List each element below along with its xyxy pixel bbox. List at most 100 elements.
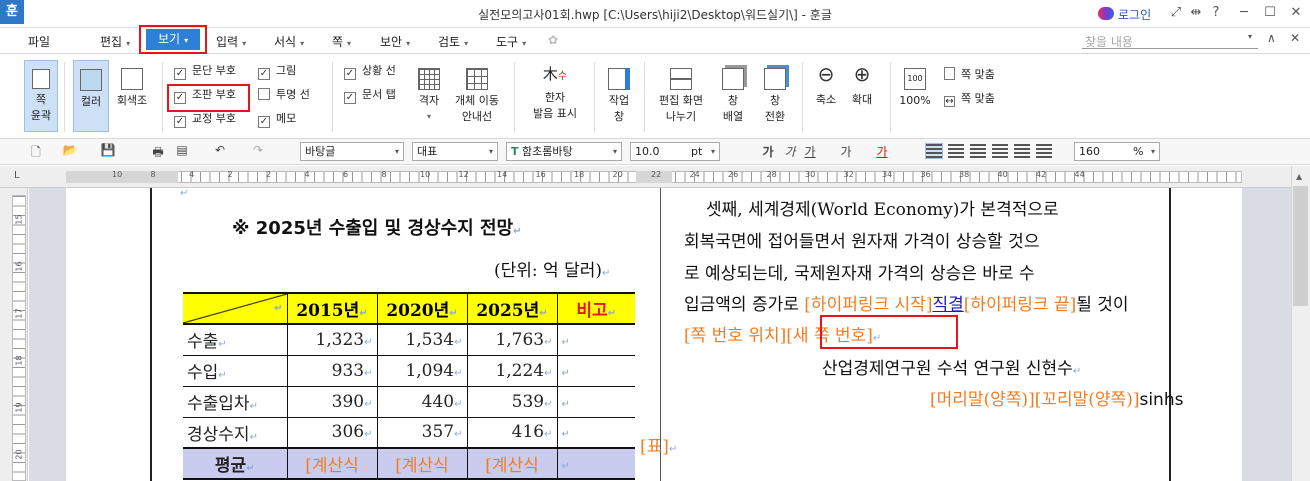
menu-security[interactable]: 보안 ▾: [380, 33, 410, 50]
check-transparent-line[interactable]: 투명 선: [258, 88, 310, 106]
table-cell[interactable]: 1,763↵: [466, 323, 558, 356]
table-cell[interactable]: 1,094↵: [376, 354, 468, 387]
puzzle-icon[interactable]: ✿: [548, 33, 558, 47]
new-doc-icon[interactable]: 🗋: [28, 143, 44, 164]
window-arrange-button[interactable]: 창 배열: [714, 68, 752, 125]
split-icon[interactable]: ⇹: [1188, 5, 1204, 20]
author-line[interactable]: 산업경제연구원 수석 연구원 신현수↵: [822, 354, 1081, 379]
table-header-cell[interactable]: 비고↵: [556, 292, 635, 325]
ribbon-collapse-icon[interactable]: ∧: [1267, 31, 1276, 45]
table-cell[interactable]: 390↵: [286, 385, 378, 418]
bold-button[interactable]: 가: [760, 143, 776, 160]
align-left-icon[interactable]: [948, 144, 964, 158]
align-distribute-icon[interactable]: [1014, 144, 1030, 158]
italic-button[interactable]: 가: [782, 143, 798, 160]
doc-close-icon[interactable]: ✕: [1290, 31, 1300, 45]
tab-type-icon[interactable]: L: [14, 170, 20, 181]
open-folder-icon[interactable]: 📂: [62, 143, 78, 157]
underline-button[interactable]: 가: [802, 143, 818, 160]
vertical-ruler-scale[interactable]: [12, 195, 26, 481]
checkbox-icon[interactable]: ✓: [344, 92, 356, 104]
find-dropdown-icon[interactable]: ▾: [1248, 32, 1252, 41]
menu-tools[interactable]: 도구 ▾: [496, 33, 526, 50]
scroll-up-icon[interactable]: ▲: [1296, 172, 1302, 181]
checkbox-icon[interactable]: ✓: [174, 68, 186, 80]
check-memo[interactable]: ✓ 메모: [258, 112, 310, 130]
object-move-guide-button[interactable]: 개체 이동 안내선: [448, 68, 506, 125]
help-icon[interactable]: ?: [1208, 5, 1224, 20]
maximize-icon[interactable]: ☐: [1262, 5, 1278, 20]
check-picture[interactable]: ✓ 그림: [258, 64, 310, 82]
redo-icon[interactable]: ↷: [250, 143, 266, 157]
checkbox-icon[interactable]: ✓: [258, 116, 270, 128]
table-cell[interactable]: 933↵: [286, 354, 378, 387]
formula-cell[interactable]: [계산식: [286, 447, 378, 480]
align-split-icon[interactable]: [1036, 144, 1052, 158]
check-doc-tab[interactable]: ✓ 문서 탭: [344, 88, 396, 106]
hyperlink-text[interactable]: 직결: [932, 295, 963, 315]
menu-format[interactable]: 서식 ▾: [274, 33, 304, 50]
find-input[interactable]: 찾을 내용: [1082, 31, 1258, 49]
menu-edit[interactable]: 편집 ▾: [100, 33, 130, 50]
table-cell[interactable]: 수출입차↵: [183, 385, 288, 418]
undo-icon[interactable]: ↶: [212, 143, 228, 157]
table-footer-cell[interactable]: ↵: [556, 447, 635, 480]
header-footer-line[interactable]: [머리말(양쪽)][꼬리말(양쪽)]sinhs: [930, 385, 1256, 410]
align-justify-icon[interactable]: [925, 143, 943, 159]
menu-review[interactable]: 검토 ▾: [438, 33, 468, 50]
check-paragraph-mark[interactable]: ✓ 문단 부호: [174, 64, 236, 82]
print-icon[interactable]: 🖶: [150, 143, 166, 164]
body-line[interactable]: 회복국면에 접어들면서 원자재 가격이 상승할 것으: [684, 227, 1039, 252]
work-window-button[interactable]: 작업 창: [602, 68, 636, 125]
body-line-hyperlink[interactable]: 입금액의 증가로 [하이퍼링크 시작]직결[하이퍼링크 끝]될 것이: [684, 290, 1256, 315]
checkbox-icon[interactable]: ✓: [174, 116, 186, 128]
grid-button[interactable]: 격자 ▾: [414, 68, 444, 125]
formula-cell[interactable]: [계산식: [376, 447, 468, 480]
body-line[interactable]: 로 예상되는데, 국제원자재 가격의 상승은 바로 수: [684, 259, 1035, 284]
split-screen-button[interactable]: 편집 화면 나누기: [654, 68, 708, 125]
table-cell[interactable]: 357↵: [376, 416, 468, 449]
table-cell[interactable]: ↵: [556, 354, 635, 387]
data-table[interactable]: ↵ 2015년↵ 2020년↵ 2025년↵ 비고↵ 수출↵ 1,323↵ 1,…: [183, 292, 635, 480]
scrollbar-thumb[interactable]: [1293, 186, 1308, 306]
table-cell[interactable]: 416↵: [466, 416, 558, 449]
window-switch-button[interactable]: 창 전환: [756, 68, 794, 125]
menu-insert[interactable]: 입력 ▾: [216, 33, 246, 50]
align-right-icon[interactable]: [992, 144, 1008, 158]
unit-note[interactable]: (단위: 억 달러)↵: [494, 256, 610, 281]
fit-page-button[interactable]: 쪽 맞춤: [944, 66, 995, 82]
check-proof-mark[interactable]: ✓ 교정 부호: [174, 112, 236, 130]
table-cell[interactable]: 경상수지↵: [183, 416, 288, 449]
formula-cell[interactable]: [계산식: [466, 447, 558, 480]
fullscreen-icon[interactable]: ⤢: [1168, 5, 1184, 20]
table-cell[interactable]: ↵: [556, 323, 635, 356]
body-line[interactable]: 셋째, 세계경제(World Economy)가 본격적으로: [706, 195, 1059, 220]
table-cell[interactable]: 수출↵: [183, 323, 288, 356]
zoom-100-button[interactable]: 100 100%: [896, 68, 934, 109]
align-center-icon[interactable]: [970, 144, 986, 158]
minimize-icon[interactable]: ─: [1236, 5, 1252, 20]
menu-file[interactable]: 파일: [28, 33, 50, 50]
table-cell[interactable]: 수입↵: [183, 354, 288, 387]
table-diagonal-cell[interactable]: ↵: [183, 292, 288, 325]
table-cell[interactable]: 1,323↵: [286, 323, 378, 356]
table-control-mark[interactable]: [표]↵: [640, 432, 677, 457]
login-logo-icon[interactable]: [1098, 7, 1114, 20]
color-view-button[interactable]: 컬러: [73, 60, 109, 132]
font-color-button[interactable]: 가: [874, 143, 890, 160]
table-cell[interactable]: ↵: [556, 385, 635, 418]
table-cell[interactable]: ↵: [556, 416, 635, 449]
table-cell[interactable]: 306↵: [286, 416, 378, 449]
style-select[interactable]: 바탕글 ▾: [300, 142, 404, 161]
table-cell[interactable]: 1,224↵: [466, 354, 558, 387]
table-footer-cell[interactable]: 평균↵: [183, 447, 288, 480]
login-link[interactable]: 로그인: [1118, 6, 1151, 23]
strike-button[interactable]: 가: [838, 143, 854, 160]
table-header-cell[interactable]: 2020년↵: [376, 292, 468, 325]
table-header-cell[interactable]: 2025년↵: [466, 292, 558, 325]
table-cell[interactable]: 440↵: [376, 385, 468, 418]
table-cell[interactable]: 539↵: [466, 385, 558, 418]
grayscale-button[interactable]: 회색조: [112, 68, 152, 109]
table-cell[interactable]: 1,534↵: [376, 323, 468, 356]
font-size-input[interactable]: 10.0 pt ▾: [630, 142, 720, 161]
